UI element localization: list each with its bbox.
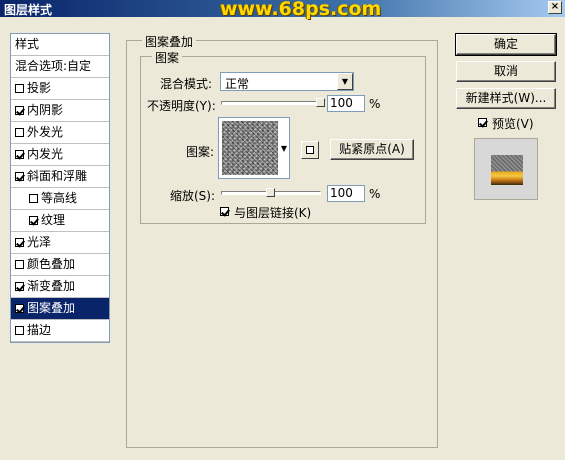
style-preview [474, 138, 538, 200]
new-preset-button[interactable] [301, 141, 319, 159]
watermark-text: www.68ps.com [220, 0, 382, 20]
opacity-percent: % [369, 97, 381, 111]
sidebar-item[interactable]: 混合选项:自定 [11, 56, 109, 78]
sidebar-item-checkbox[interactable] [15, 326, 24, 335]
sidebar-item[interactable]: 描边 [11, 320, 109, 342]
sidebar-item-checkbox[interactable] [15, 150, 24, 159]
sidebar-item-label: 斜面和浮雕 [27, 169, 88, 183]
sidebar-item-label: 外发光 [27, 125, 64, 139]
sidebar-item-label: 投影 [27, 81, 52, 95]
new-preset-icon [306, 146, 314, 154]
sidebar-item-checkbox[interactable] [29, 216, 38, 225]
sidebar-item-label: 渐变叠加 [27, 279, 76, 293]
pattern-label: 图案: [186, 145, 215, 159]
sidebar-item[interactable]: 内阴影 [11, 100, 109, 122]
style-list: 样式混合选项:自定投影内阴影外发光内发光斜面和浮雕等高线纹理光泽颜色叠加渐变叠加… [10, 33, 110, 343]
sidebar-item-label: 样式 [15, 37, 40, 51]
sidebar-item[interactable]: 外发光 [11, 122, 109, 144]
blend-mode-label: 混合模式: [160, 77, 213, 91]
sidebar-item-label: 等高线 [41, 191, 78, 205]
sidebar-item-label: 内阴影 [27, 103, 64, 117]
new-style-button[interactable]: 新建样式(W)... [456, 88, 556, 109]
sidebar-item[interactable]: 斜面和浮雕 [11, 166, 109, 188]
scale-input[interactable]: 100 [327, 185, 365, 202]
link-with-layer-label[interactable]: 与图层链接(K) [234, 204, 311, 221]
sidebar-item[interactable]: 图案叠加 [11, 298, 109, 320]
sidebar-item-checkbox[interactable] [15, 304, 24, 313]
opacity-slider-track[interactable] [221, 101, 321, 105]
snap-to-origin-button[interactable]: 贴紧原点(A) [330, 139, 414, 160]
blend-mode-value: 正常 [225, 77, 250, 91]
scale-percent: % [369, 187, 381, 201]
sidebar-item-label: 内发光 [27, 147, 64, 161]
blend-mode-select[interactable]: 正常 ▼ [220, 72, 354, 91]
sidebar-item-checkbox[interactable] [15, 282, 24, 291]
chevron-down-icon[interactable]: ▼ [281, 144, 287, 153]
link-with-layer-checkbox[interactable] [220, 207, 229, 216]
opacity-input[interactable]: 100 [327, 95, 365, 112]
close-button[interactable]: × [548, 1, 562, 14]
sidebar-item-checkbox[interactable] [15, 260, 24, 269]
opacity-label: 不透明度(Y): [147, 99, 216, 113]
sidebar-item-label: 颜色叠加 [27, 257, 76, 271]
preview-label[interactable]: 预览(V) [492, 115, 534, 132]
sidebar-item-checkbox[interactable] [15, 106, 24, 115]
sidebar-item-checkbox[interactable] [29, 194, 38, 203]
subgroup-title: 图案 [152, 49, 183, 66]
ok-button[interactable]: 确定 [455, 33, 557, 56]
scale-label: 缩放(S): [170, 189, 216, 203]
scale-slider-thumb[interactable] [266, 188, 275, 197]
sidebar-item-checkbox[interactable] [15, 128, 24, 137]
opacity-slider-thumb[interactable] [316, 98, 325, 107]
sidebar-item[interactable]: 等高线 [11, 188, 109, 210]
preview-checkbox[interactable] [478, 118, 487, 127]
cancel-button[interactable]: 取消 [456, 61, 556, 82]
sidebar-item[interactable]: 样式 [11, 34, 109, 56]
sidebar-item-label: 混合选项:自定 [15, 59, 92, 73]
pattern-swatch [222, 121, 278, 175]
sidebar-item-checkbox[interactable] [15, 238, 24, 247]
style-preview-thumbnail [491, 155, 523, 185]
sidebar-item[interactable]: 投影 [11, 78, 109, 100]
sidebar-item-label: 纹理 [41, 213, 66, 227]
sidebar-item[interactable]: 纹理 [11, 210, 109, 232]
window-title: 图层样式 [4, 3, 53, 17]
sidebar-item-label: 图案叠加 [27, 301, 76, 315]
pattern-picker[interactable]: ▼ [218, 117, 290, 179]
sidebar-item-label: 描边 [27, 323, 52, 337]
sidebar-item[interactable]: 内发光 [11, 144, 109, 166]
sidebar-item[interactable]: 光泽 [11, 232, 109, 254]
group-title: 图案叠加 [142, 33, 197, 50]
chevron-down-icon[interactable]: ▼ [337, 73, 353, 90]
sidebar-item-label: 光泽 [27, 235, 52, 249]
sidebar-item[interactable]: 颜色叠加 [11, 254, 109, 276]
sidebar-item-checkbox[interactable] [15, 172, 24, 181]
title-bar: 图层样式 www.68ps.com × [0, 0, 565, 20]
sidebar-item-checkbox[interactable] [15, 84, 24, 93]
sidebar-item[interactable]: 渐变叠加 [11, 276, 109, 298]
